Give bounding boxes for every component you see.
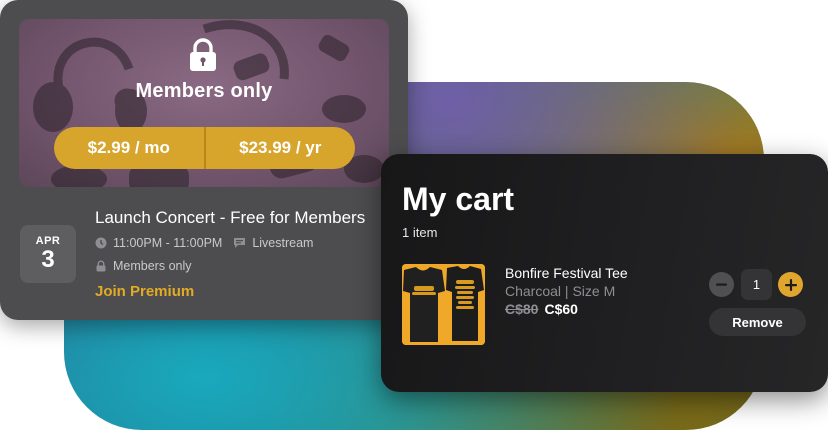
clock-icon (95, 237, 107, 249)
sale-price: C$60 (544, 301, 578, 317)
event-access: Members only (113, 259, 192, 273)
pricing-toggle: $2.99 / mo $23.99 / yr (54, 127, 355, 169)
original-price: C$80 (505, 301, 539, 317)
event-location: Livestream (252, 236, 314, 250)
quantity-value[interactable]: 1 (741, 269, 772, 300)
decrease-quantity-button[interactable] (709, 272, 734, 297)
increase-quantity-button[interactable] (778, 272, 803, 297)
chat-bubble-icon (234, 238, 246, 248)
product-name[interactable]: Bonfire Festival Tee (505, 265, 628, 281)
monthly-price-button[interactable]: $2.99 / mo (54, 127, 204, 169)
cart-panel: My cart 1 item Bonfire Festival Tee Char… (381, 154, 828, 392)
event-card: Members only $2.99 / mo $23.99 / yr APR … (0, 0, 408, 320)
event-day: 3 (41, 246, 55, 273)
members-only-title: Members only (135, 80, 273, 102)
cart-title: My cart (402, 181, 515, 217)
product-price: C$80 C$60 (505, 301, 578, 317)
event-title[interactable]: Launch Concert - Free for Members (95, 208, 365, 228)
join-premium-link[interactable]: Join Premium (95, 283, 194, 300)
minus-icon (716, 283, 727, 286)
cart-item-count: 1 item (402, 225, 438, 240)
lock-icon (96, 260, 106, 272)
product-image[interactable] (402, 264, 485, 345)
product-variant: Charcoal | Size M (505, 283, 616, 299)
event-access-row: Members only (95, 259, 192, 273)
lock-icon (190, 38, 216, 71)
yearly-price-button[interactable]: $23.99 / yr (206, 127, 356, 169)
remove-item-button[interactable]: Remove (709, 308, 806, 336)
event-date-badge: APR 3 (20, 225, 76, 283)
plus-icon (784, 278, 797, 291)
tshirt-image (402, 264, 485, 345)
event-time: 11:00PM - 11:00PM (113, 236, 223, 250)
event-time-row: 11:00PM - 11:00PM Livestream (95, 236, 313, 250)
